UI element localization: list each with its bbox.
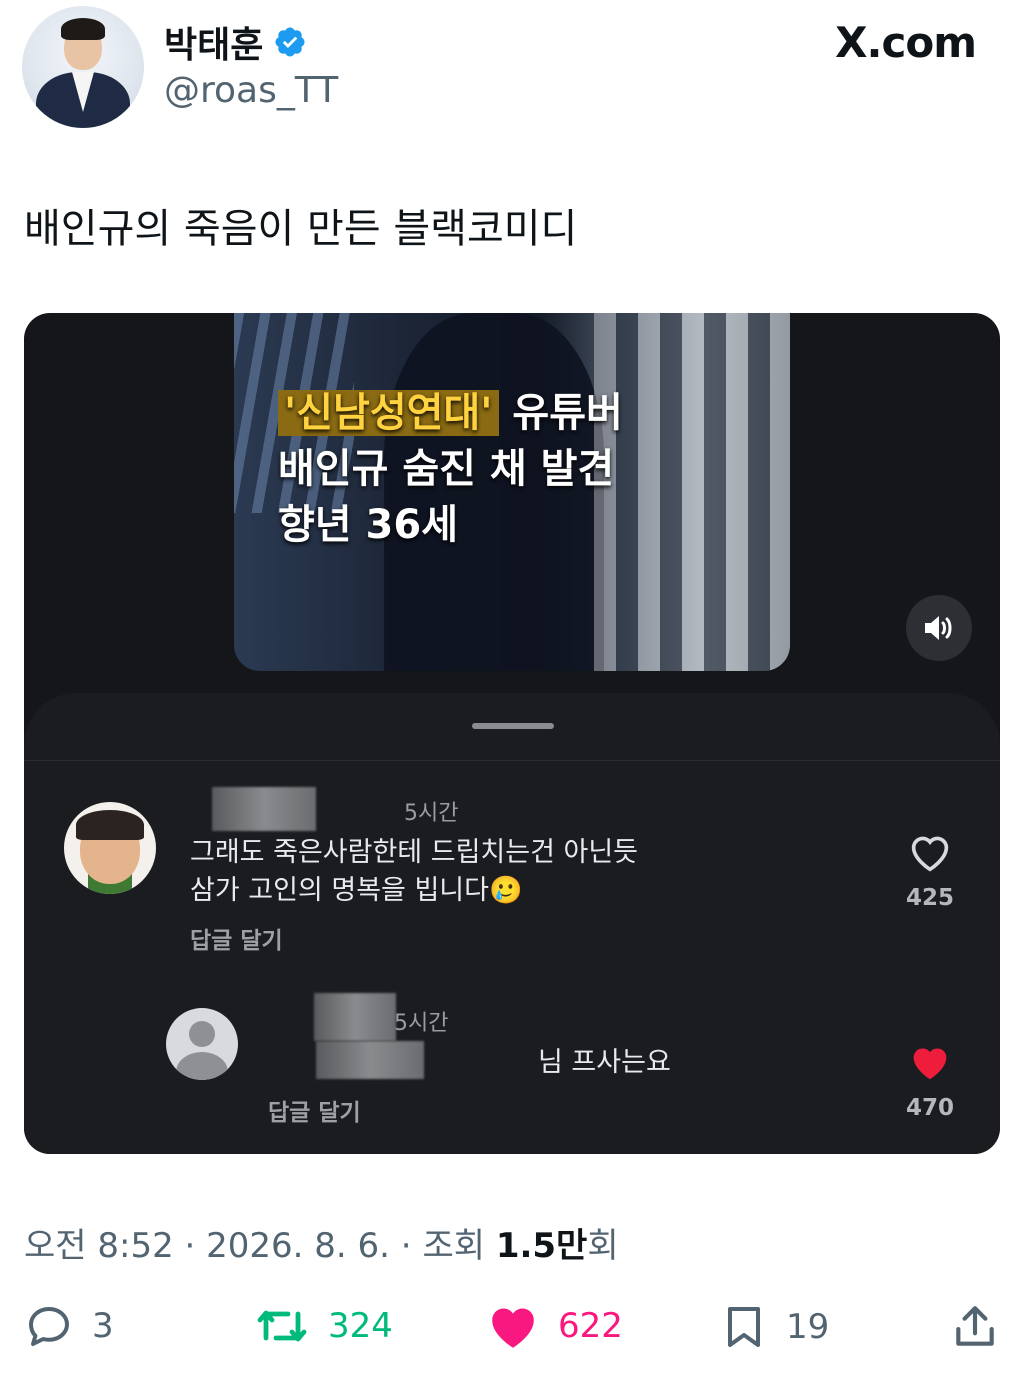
sheet-drag-handle[interactable] — [472, 723, 554, 729]
reply-link[interactable]: 답글 달기 — [190, 921, 283, 955]
redacted-username — [212, 787, 316, 831]
comment-time: 5시간 — [404, 801, 459, 826]
headline-highlight: '신남성연대' — [278, 390, 499, 436]
headline-line1-rest: 유튜버 — [498, 390, 623, 436]
heart-filled-icon[interactable] — [908, 1043, 952, 1083]
headline-line3: 향년 36세 — [278, 502, 458, 548]
comment-like-count: 425 — [905, 885, 954, 911]
like-count: 622 — [558, 1306, 623, 1346]
author-name-row[interactable]: 박태훈 — [164, 16, 307, 68]
reply-button[interactable]: 3 — [24, 1302, 114, 1350]
views-label: 조회 — [422, 1226, 485, 1266]
share-icon — [956, 1306, 994, 1346]
attached-screenshot[interactable]: '신남성연대' 유튜버 배인규 숨진 채 발견 향년 36세 5시간 그래도 죽… — [24, 313, 1000, 1154]
views-suffix: 회 — [587, 1226, 619, 1266]
comments-sheet — [24, 693, 1000, 1154]
repost-button[interactable]: 324 — [254, 1302, 393, 1350]
heart-icon — [492, 1308, 534, 1348]
author-handle[interactable]: @roas_TT — [164, 70, 338, 111]
comment-time: 5시간 — [394, 1011, 449, 1036]
tweet-action-bar: 3 324 622 19 — [0, 1300, 1024, 1364]
tweet-date: 2026. 8. 6. — [206, 1226, 390, 1266]
redacted-username — [314, 993, 396, 1041]
views-value: 1.5만 — [495, 1226, 588, 1266]
tweet-header: 박태훈 @roas_TT X.com — [0, 0, 1024, 140]
commenter-avatar[interactable] — [64, 802, 156, 894]
video-thumbnail[interactable]: '신남성연대' 유튜버 배인규 숨진 채 발견 향년 36세 — [234, 313, 790, 671]
reply-icon — [29, 1307, 69, 1346]
comment-like-count: 470 — [905, 1095, 954, 1121]
verified-badge-icon — [275, 27, 305, 57]
speaker-icon — [925, 616, 952, 640]
sheet-divider — [24, 760, 1000, 761]
reply-link[interactable]: 답글 달기 — [268, 1093, 361, 1127]
comment-text: 님 프사는요 — [538, 1047, 671, 1078]
share-button[interactable] — [950, 1302, 1000, 1352]
reply-count: 3 — [92, 1306, 114, 1346]
tweet-timestamp[interactable]: 오전 8:52 · 2026. 8. 6. · 조회 1.5만회 — [24, 1218, 619, 1267]
headline-line2: 배인규 숨진 채 발견 — [278, 446, 615, 492]
heart-outline-icon[interactable] — [908, 833, 952, 873]
like-button[interactable]: 622 — [486, 1302, 623, 1350]
redacted-mention — [316, 1041, 424, 1079]
tweet-time: 오전 8:52 — [24, 1226, 174, 1266]
repost-icon — [257, 1310, 307, 1342]
bookmark-icon — [728, 1307, 760, 1347]
commenter-default-avatar[interactable] — [166, 1008, 238, 1080]
comment-text-line2: 삼가 고인의 명복을 빕니다🥲 — [190, 875, 523, 906]
video-headline: '신남성연대' 유튜버 배인규 숨진 채 발견 향년 36세 — [278, 385, 623, 553]
sound-toggle-button[interactable] — [906, 595, 972, 661]
comment-text-line1: 그래도 죽은사람한테 드립치는건 아닌듯 — [190, 837, 639, 868]
tweet-text: 배인규의 죽음이 만든 블랙코미디 — [24, 206, 578, 252]
bookmark-button[interactable]: 19 — [720, 1302, 829, 1352]
site-label: X.com — [835, 18, 977, 67]
author-display-name[interactable]: 박태훈 — [164, 16, 263, 68]
bookmark-count: 19 — [786, 1307, 830, 1347]
author-avatar[interactable] — [22, 6, 144, 128]
repost-count: 324 — [328, 1306, 393, 1346]
